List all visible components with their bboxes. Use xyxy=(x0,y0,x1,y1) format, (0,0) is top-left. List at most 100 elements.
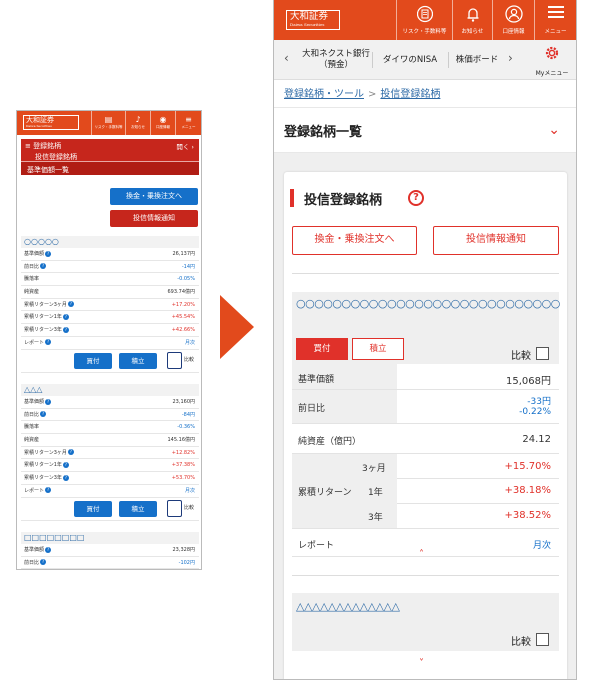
fund-notify-button[interactable]: 投信情報通知 xyxy=(433,226,559,255)
breadcrumb: 登録銘柄・ツール > 投信登録銘柄 xyxy=(284,89,441,100)
my-menu-button[interactable]: Myメニュー xyxy=(530,43,574,79)
bell-icon xyxy=(453,5,492,27)
open-toggle[interactable]: 開く › xyxy=(176,141,194,151)
fund-header: ○○○○○○○○○○○○○○○○○○○○○○○○○○○○○ 買付 積立 比較 xyxy=(292,292,560,364)
logo-text: 大和証券 xyxy=(290,11,329,22)
person-icon xyxy=(493,5,534,27)
fund-detail-table: 基準価額 15,068円 前日比 -33円 -0.22% 純資産（億円） 24.… xyxy=(292,364,559,557)
hamburger-icon xyxy=(535,5,576,27)
nav-prev-arrow[interactable]: ‹ xyxy=(284,51,289,65)
menu-subtitle: 投信登録銘柄 xyxy=(21,151,199,162)
chevron-down-icon: ⌄ xyxy=(548,122,560,138)
help-icon[interactable]: ? xyxy=(45,398,52,405)
nav-item-next-bank[interactable]: 大和ネクスト銀行（預金） xyxy=(302,40,370,80)
reserve-tab[interactable]: 積立 xyxy=(352,338,404,360)
help-icon[interactable]: ? xyxy=(40,263,47,270)
logo-subtext: Daiwa Securities xyxy=(26,124,52,128)
help-icon[interactable]: ? xyxy=(45,339,52,346)
help-icon[interactable]: ? xyxy=(62,326,69,333)
help-icon[interactable]: ? xyxy=(40,559,47,566)
exchange-order-button[interactable]: 換金・乗換注文へ xyxy=(110,188,198,205)
buy-button[interactable]: 買付 xyxy=(74,352,112,369)
right-header: 大和証券 Daiwa Securities リスク・手数料等 お知らせ 口座情報… xyxy=(274,0,576,40)
divider xyxy=(292,273,559,274)
chevron-up-icon[interactable]: ˄ xyxy=(419,549,424,560)
exchange-order-button[interactable]: 換金・乗換注文へ xyxy=(292,226,417,255)
person-icon: ◉ xyxy=(159,115,167,124)
logo-text: 大和証券 xyxy=(26,116,54,124)
nav-divider xyxy=(372,52,373,68)
report-link[interactable]: 月次 xyxy=(185,485,195,497)
fund-block: □□□□□□□□ 基準価額? 23,328円 前日比? -102円 xyxy=(21,532,199,569)
help-icon[interactable]: ? xyxy=(45,487,52,494)
fund-name-link[interactable]: △△△△△△△△△△△△△ xyxy=(292,593,559,614)
help-icon[interactable]: ? xyxy=(62,474,69,481)
report-link[interactable]: 月次 xyxy=(185,337,195,349)
hamburger-icon: ≡ xyxy=(25,142,34,150)
notice-button[interactable]: お知らせ xyxy=(452,0,492,40)
buy-button[interactable]: 買付 xyxy=(74,500,112,517)
bell-icon: ♪ xyxy=(135,115,141,124)
help-icon[interactable]: ? xyxy=(40,411,47,418)
help-icon[interactable]: ? xyxy=(62,313,69,320)
fund-notify-button[interactable]: 投信情報通知 xyxy=(110,210,198,227)
fund-name[interactable]: ○○○○○ xyxy=(21,236,199,248)
menu-button[interactable]: メニュー xyxy=(534,0,576,40)
gear-icon xyxy=(545,46,559,60)
help-icon[interactable]: ? xyxy=(408,190,424,206)
hamburger-icon: ≡ xyxy=(185,115,192,124)
section-title: 投信登録銘柄 xyxy=(304,193,383,208)
fund-name-link[interactable]: ○○○○○○○○○○○○○○○○○○○○○○○○○○○○○ xyxy=(292,292,560,311)
nav-item-nisa[interactable]: ダイワのNISA xyxy=(374,40,446,80)
buy-tab[interactable]: 買付 xyxy=(296,338,348,360)
help-icon[interactable]: ? xyxy=(62,461,69,468)
menu-button[interactable]: ≡ メニュー xyxy=(175,111,201,135)
risk-fee-button[interactable]: リスク・手数料等 xyxy=(396,0,452,40)
compare-label: 比較 xyxy=(184,504,195,511)
reserve-button[interactable]: 積立 xyxy=(119,352,157,369)
account-button[interactable]: ◉ 口座情報 xyxy=(150,111,175,135)
left-red-menu[interactable]: ≡ 登録銘柄 開く › 投信登録銘柄 基準価額一覧 xyxy=(21,139,199,175)
help-icon[interactable]: ? xyxy=(67,301,74,308)
compare-checkbox[interactable] xyxy=(536,633,549,646)
divider xyxy=(292,575,559,576)
compare-checkbox[interactable] xyxy=(536,347,549,360)
nav-item-stock-board[interactable]: 株価ボード xyxy=(450,40,504,80)
quick-nav-bar: ‹ 大和ネクスト銀行（預金） ダイワのNISA 株価ボード › Myメニュー xyxy=(274,40,576,80)
chevron-down-icon[interactable]: ˅ xyxy=(419,658,424,669)
breadcrumb-link-tools[interactable]: 登録銘柄・ツール xyxy=(284,89,364,100)
nav-next-arrow[interactable]: › xyxy=(508,51,513,65)
breadcrumb-link-fund-registered[interactable]: 投信登録銘柄 xyxy=(380,89,440,100)
compare-checkbox[interactable] xyxy=(167,351,182,369)
risk-fee-button[interactable]: ▤ リスク・手数料等 xyxy=(91,111,125,135)
reserve-button[interactable]: 積立 xyxy=(119,500,157,517)
left-phone-screenshot: 大和証券 Daiwa Securities ▤ リスク・手数料等 ♪ お知らせ ◉ 口… xyxy=(16,110,202,570)
notice-button[interactable]: ♪ お知らせ xyxy=(125,111,150,135)
document-icon: ▤ xyxy=(104,115,113,124)
fund-card: 投信登録銘柄 ? 換金・乗換注文へ 投信情報通知 ○○○○○○○○○○○○○○○… xyxy=(284,172,567,679)
compare-label: 比較 xyxy=(184,356,195,363)
help-icon[interactable]: ? xyxy=(45,250,52,257)
account-info-button[interactable]: 口座情報 xyxy=(492,0,534,40)
daiwa-logo[interactable]: 大和証券 Daiwa Securities xyxy=(286,10,340,30)
fund-block: △△△ 基準価額? 23,160円 前日比? -84円 騰落率 -0.36% 純資産 1… xyxy=(21,384,199,521)
help-icon[interactable]: ? xyxy=(45,546,52,553)
fund-header: △△△△△△△△△△△△△ 比較 xyxy=(292,593,559,651)
fund-name[interactable]: □□□□□□□□ xyxy=(21,532,199,544)
daiwa-logo[interactable]: 大和証券 Daiwa Securities xyxy=(23,115,79,130)
compare-label: 比較 xyxy=(511,351,531,362)
section-accent-bar xyxy=(290,189,294,207)
transition-arrow xyxy=(220,295,254,359)
page-title-bar[interactable]: 登録銘柄一覧 ⌄ xyxy=(274,107,576,153)
document-icon xyxy=(397,5,452,27)
help-icon[interactable]: ? xyxy=(67,449,74,456)
logo-subtext: Daiwa Securities xyxy=(290,22,325,27)
monthly-report-link[interactable]: 月次 xyxy=(533,538,551,551)
right-phone-screenshot: 大和証券 Daiwa Securities リスク・手数料等 お知らせ 口座情報… xyxy=(273,0,577,680)
compare-checkbox[interactable] xyxy=(167,499,182,517)
nav-divider xyxy=(448,52,449,68)
page-title: 登録銘柄一覧 xyxy=(284,125,363,140)
fund-block: ○○○○○ 基準価額? 26,137円 前日比? -14円 騰落率 -0.05% 純資… xyxy=(21,236,199,373)
fund-name[interactable]: △△△ xyxy=(21,384,199,396)
left-header: 大和証券 Daiwa Securities ▤ リスク・手数料等 ♪ お知らせ ◉ 口… xyxy=(17,111,201,135)
